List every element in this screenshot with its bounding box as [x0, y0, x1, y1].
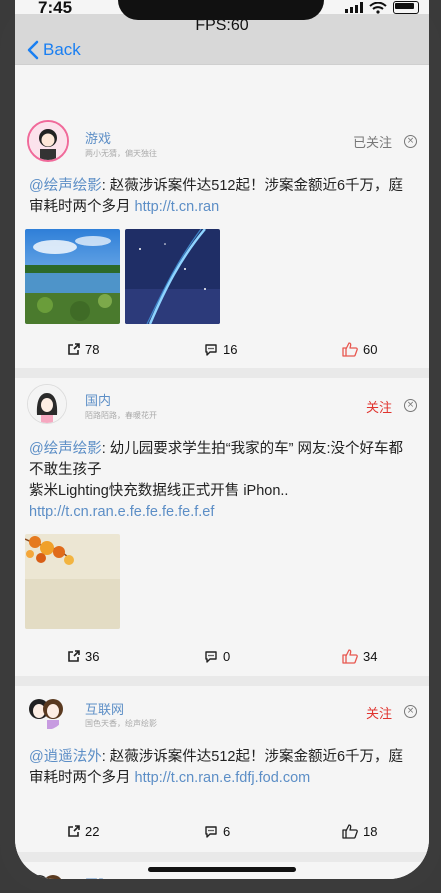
share-button[interactable]: 36: [67, 649, 99, 664]
thumbs-up-icon: [342, 824, 358, 839]
divider: [15, 676, 429, 686]
avatar[interactable]: [27, 868, 65, 879]
post-card: 互联网 国色天香，绘声绘影 关注 × @逍遥法外: 赵薇涉诉案件达512起！涉案…: [15, 686, 429, 856]
battery-icon: [393, 1, 419, 14]
post-subtitle: 两小无猜，偏天独往: [85, 149, 157, 158]
share-count: 78: [85, 342, 100, 357]
post-body-2: 紫米Lighting快充数据线正式开售 iPhon..: [29, 483, 289, 499]
comment-icon: [205, 344, 217, 356]
post-link[interactable]: http://t.cn.ran.e.fe.fe.fe.fe.f.ef: [29, 504, 214, 520]
post-subtitle: 国色天香，绘声绘影: [85, 719, 157, 728]
avatar[interactable]: [27, 120, 69, 162]
post-link[interactable]: http://t.cn.ran.e.fdfj.fod.com: [135, 770, 311, 786]
post-image[interactable]: [125, 229, 220, 324]
wifi-icon: [369, 1, 387, 14]
home-indicator[interactable]: [148, 867, 296, 872]
post-actions: 36 0 34: [15, 649, 429, 669]
notch: [118, 0, 324, 20]
post-text: @逍遥法外: 赵薇涉诉案件达512起！涉案金额近6千万，庭审耗时两个多月 htt…: [29, 747, 417, 789]
thumbs-up-icon: [342, 649, 358, 664]
like-count: 18: [363, 824, 378, 839]
comment-button[interactable]: 6: [204, 824, 230, 839]
post-text: @绘声绘影: 赵薇涉诉案件达512起！涉案金额近6千万，庭审耗时两个多月 htt…: [29, 176, 417, 218]
divider: [15, 852, 429, 862]
comment-icon: [205, 651, 217, 663]
post-username[interactable]: 互联网: [85, 699, 124, 718]
back-button[interactable]: Back: [27, 40, 81, 60]
share-button[interactable]: 22: [67, 824, 99, 839]
share-icon: [68, 343, 80, 355]
follow-button[interactable]: 已关注: [353, 132, 392, 151]
post-card: 游戏 两小无猜，偏天独往 已关注 × @绘声绘影: 赵薇涉诉案件达512起！涉案…: [15, 98, 429, 378]
share-icon: [68, 650, 80, 662]
post-actions: 22 6 18: [15, 824, 429, 844]
screen: FPS:60 Back 游戏 两小无猜，偏天独往 已关注 × @绘声绘影: 赵薇…: [15, 0, 429, 879]
comment-count: 0: [223, 649, 231, 664]
follow-button[interactable]: 关注: [366, 703, 392, 722]
post-link[interactable]: http://t.cn.ran: [135, 199, 220, 215]
post-subtitle: 陌路陌路，春暖花开: [85, 411, 157, 420]
thumbs-up-icon: [342, 342, 358, 357]
post-username[interactable]: 游戏: [85, 128, 111, 147]
avatar[interactable]: [27, 384, 67, 424]
like-count: 34: [363, 649, 378, 664]
close-icon[interactable]: ×: [404, 399, 417, 412]
comment-icon: [205, 826, 217, 838]
chevron-left-icon: [27, 40, 39, 60]
post-actions: 78 16 60: [15, 342, 429, 362]
comment-count: 6: [223, 824, 231, 839]
post-username[interactable]: 国际: [85, 874, 111, 879]
close-icon[interactable]: ×: [404, 705, 417, 718]
navigation-bar: FPS:60 Back: [15, 14, 429, 65]
status-icons: [345, 1, 419, 14]
like-button[interactable]: 18: [342, 824, 377, 839]
post-mention[interactable]: @绘声绘影: [29, 441, 102, 457]
post-image[interactable]: [25, 534, 120, 629]
post-image[interactable]: [25, 229, 120, 324]
like-button[interactable]: 34: [342, 649, 377, 664]
like-button[interactable]: 60: [342, 342, 377, 357]
status-time: 7:45: [38, 0, 73, 17]
comment-button[interactable]: 0: [204, 649, 230, 664]
divider: [15, 368, 429, 378]
share-button[interactable]: 78: [67, 342, 99, 357]
back-label: Back: [43, 40, 81, 59]
share-count: 22: [85, 824, 100, 839]
close-icon[interactable]: ×: [404, 135, 417, 148]
post-text: @绘声绘影: 幼儿园要求学生拍“我家的车” 网友:没个好车都不敢生孩子 紫米Li…: [29, 439, 417, 523]
comment-count: 16: [223, 342, 238, 357]
post-mention[interactable]: @逍遥法外: [29, 749, 102, 765]
follow-button[interactable]: 关注: [366, 397, 392, 416]
post-username[interactable]: 国内: [85, 390, 111, 409]
signal-icon: [345, 2, 363, 13]
like-count: 60: [363, 342, 378, 357]
phone-frame: FPS:60 Back 游戏 两小无猜，偏天独往 已关注 × @绘声绘影: 赵薇…: [0, 0, 441, 893]
share-count: 36: [85, 649, 100, 664]
post-card: 国内 陌路陌路，春暖花开 关注 × @绘声绘影: 幼儿园要求学生拍“我家的车” …: [15, 378, 429, 678]
avatar[interactable]: [27, 692, 65, 730]
post-mention[interactable]: @绘声绘影: [29, 178, 102, 194]
share-icon: [68, 825, 80, 837]
comment-button[interactable]: 16: [204, 342, 237, 357]
